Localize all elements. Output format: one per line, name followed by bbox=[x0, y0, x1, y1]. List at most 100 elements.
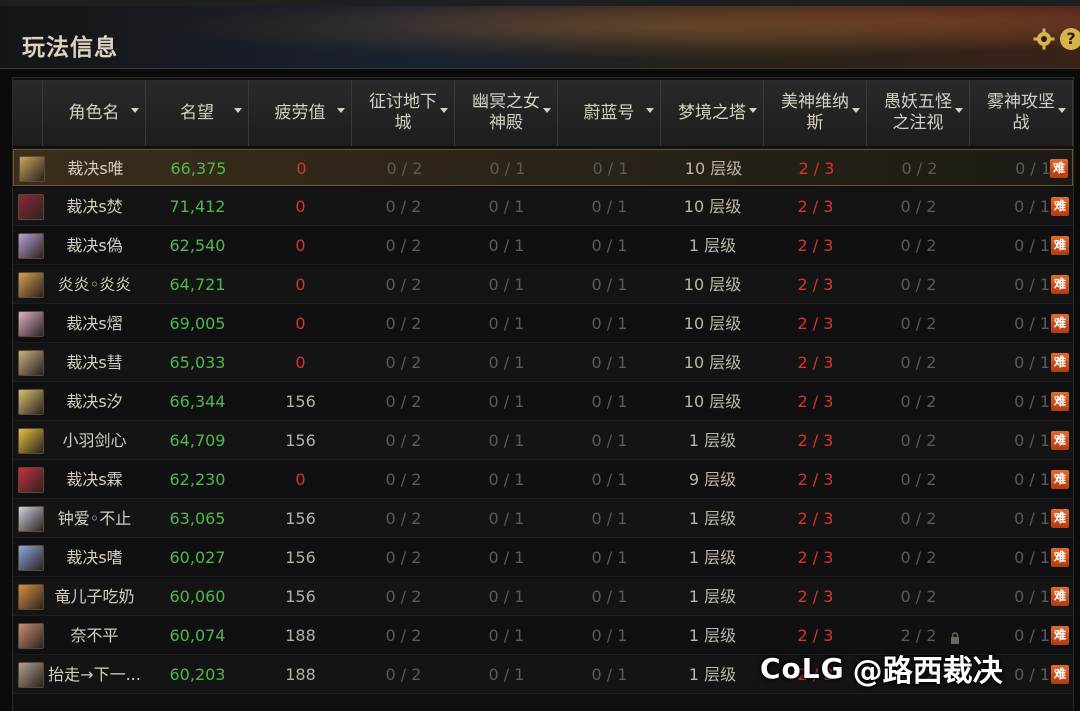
character-avatar bbox=[18, 467, 44, 493]
cell-azure: 0 / 1 bbox=[591, 626, 628, 645]
cell-goddess-temple: 0 / 1 bbox=[488, 392, 525, 411]
cell-tower: 1 层级 bbox=[688, 509, 737, 528]
title-banner: 玩法信息 ? bbox=[0, 0, 1080, 69]
gear-icon[interactable] bbox=[1033, 28, 1055, 50]
watermark-brand: CoLG bbox=[760, 651, 845, 685]
cell-goddess-temple: 0 / 1 bbox=[489, 159, 526, 178]
character-avatar bbox=[18, 233, 44, 259]
hard-mode-badge[interactable]: 难 bbox=[1051, 275, 1069, 294]
cell-name: 裁决s唯 bbox=[67, 159, 124, 178]
hard-mode-badge[interactable]: 难 bbox=[1051, 353, 1069, 372]
cell-fame: 64,709 bbox=[169, 431, 226, 450]
table-row[interactable]: 裁决s偽 62,540 0 0 / 2 0 / 1 0 / 1 1 层级 2 / 3 0 / 2… bbox=[13, 227, 1073, 265]
cell-goddess-temple: 0 / 1 bbox=[488, 236, 525, 255]
hard-mode-badge[interactable]: 难 bbox=[1051, 548, 1069, 567]
cell-goddess-temple: 0 / 1 bbox=[488, 587, 525, 606]
table-row[interactable]: 裁决s焚 71,412 0 0 / 2 0 / 1 0 / 1 10 层级 2 / 3 0 / … bbox=[13, 188, 1073, 226]
cell-dungeon: 0 / 2 bbox=[385, 509, 422, 528]
cell-azure: 0 / 1 bbox=[591, 392, 628, 411]
table-row[interactable]: 裁决s霖 62,230 0 0 / 2 0 / 1 0 / 1 9 层级 2 / 3 0 / 2… bbox=[13, 461, 1073, 499]
cell-goddess-temple: 0 / 1 bbox=[488, 314, 525, 333]
cell-azure: 0 / 1 bbox=[591, 548, 628, 567]
cell-fame: 65,033 bbox=[169, 353, 226, 372]
table-row[interactable]: 裁决s唯 66,375 0 0 / 2 0 / 1 0 / 1 10 层级 2 / 3 0 / … bbox=[13, 149, 1073, 186]
header-col-mist[interactable]: 雾神攻坚战 bbox=[970, 80, 1073, 146]
cell-venus: 2 / 3 bbox=[797, 353, 834, 372]
table-row[interactable]: 裁决s彗 65,033 0 0 / 2 0 / 1 0 / 1 10 层级 2 / 3 0 / … bbox=[13, 344, 1073, 382]
help-button[interactable]: ? bbox=[1060, 28, 1080, 50]
character-avatar bbox=[18, 428, 44, 454]
header-col-goddess-temple[interactable]: 幽冥之女神殿 bbox=[455, 80, 558, 146]
header-col-name[interactable]: 角色名 bbox=[43, 80, 146, 146]
hard-mode-badge[interactable]: 难 bbox=[1051, 665, 1069, 684]
hard-mode-badge[interactable]: 难 bbox=[1051, 392, 1069, 411]
cell-azure: 0 / 1 bbox=[591, 470, 628, 489]
hard-mode-badge[interactable]: 难 bbox=[1051, 470, 1069, 489]
hard-mode-badge[interactable]: 难 bbox=[1051, 197, 1069, 216]
cell-fatigue: 0 bbox=[295, 353, 306, 372]
cell-dungeon: 0 / 2 bbox=[385, 665, 422, 684]
header-col-fame[interactable]: 名望 bbox=[146, 80, 249, 146]
cell-tower: 1 层级 bbox=[688, 665, 737, 684]
cell-fame: 66,375 bbox=[170, 159, 227, 178]
cell-fatigue: 156 bbox=[285, 431, 316, 450]
hard-mode-badge[interactable]: 难 bbox=[1051, 509, 1069, 528]
header-col-tower[interactable]: 梦境之塔 bbox=[661, 80, 764, 146]
sort-caret-icon bbox=[955, 108, 963, 113]
cell-venus: 2 / 3 bbox=[797, 587, 834, 606]
cell-azure: 0 / 1 bbox=[591, 431, 628, 450]
table-row[interactable]: 炎炎◦炎炎 64,721 0 0 / 2 0 / 1 0 / 1 10 层级 2 / 3 0 /… bbox=[13, 266, 1073, 304]
cell-tower: 10 层级 bbox=[683, 353, 742, 372]
cell-five-demons: 0 / 2 bbox=[900, 197, 937, 216]
cell-fame: 60,203 bbox=[169, 665, 226, 684]
header-col-venus[interactable]: 美神维纳斯 bbox=[764, 80, 867, 146]
cell-name: 裁决s嗜 bbox=[66, 548, 123, 567]
hard-mode-badge[interactable]: 难 bbox=[1051, 236, 1069, 255]
watermark: CoLG @路西裁决 bbox=[760, 648, 1003, 690]
header-col-fatigue[interactable]: 疲劳值 bbox=[249, 80, 352, 146]
hard-mode-badge[interactable]: 难 bbox=[1051, 626, 1069, 645]
header-col-dungeon[interactable]: 征讨地下城 bbox=[352, 80, 455, 146]
sort-caret-icon bbox=[1058, 108, 1066, 113]
header-col-azure[interactable]: 蔚蓝号 bbox=[558, 80, 661, 146]
header-col-five-demons[interactable]: 愚妖五怪之注视 bbox=[867, 80, 970, 146]
cell-tower: 1 层级 bbox=[688, 548, 737, 567]
cell-five-demons: 0 / 2 bbox=[900, 353, 937, 372]
cell-dungeon: 0 / 2 bbox=[386, 159, 423, 178]
character-avatar bbox=[18, 584, 44, 610]
cell-five-demons: 0 / 2 bbox=[900, 548, 937, 567]
cell-azure: 0 / 1 bbox=[591, 314, 628, 333]
cell-venus: 2 / 3 bbox=[797, 431, 834, 450]
table-row[interactable]: 裁决s嗜 60,027 156 0 / 2 0 / 1 0 / 1 1 层级 2 / 3 0 /… bbox=[13, 539, 1073, 577]
hard-mode-badge[interactable]: 难 bbox=[1051, 431, 1069, 450]
cell-mist: 0 / 1 bbox=[1014, 509, 1050, 528]
hard-mode-badge[interactable]: 难 bbox=[1051, 314, 1069, 333]
cell-tower: 1 层级 bbox=[688, 431, 737, 450]
cell-five-demons: 0 / 2 bbox=[900, 431, 937, 450]
hard-mode-badge[interactable]: 难 bbox=[1051, 587, 1069, 606]
character-avatar bbox=[18, 545, 44, 571]
cell-venus: 2 / 3 bbox=[797, 275, 834, 294]
hard-mode-badge[interactable]: 难 bbox=[1050, 159, 1068, 178]
sort-caret-icon bbox=[749, 108, 757, 113]
cell-five-demons: 0 / 2 bbox=[900, 236, 937, 255]
cell-mist: 0 / 1 bbox=[1014, 314, 1050, 333]
cell-azure: 0 / 1 bbox=[591, 665, 628, 684]
cell-dungeon: 0 / 2 bbox=[385, 587, 422, 606]
table-row[interactable]: 裁决s熠 69,005 0 0 / 2 0 / 1 0 / 1 10 层级 2 / 3 0 / … bbox=[13, 305, 1073, 343]
cell-name: 奈不平 bbox=[70, 626, 119, 645]
cell-mist: 0 / 1 bbox=[1014, 470, 1050, 489]
character-avatar bbox=[18, 623, 44, 649]
table-row[interactable]: 钟爱◦不止 63,065 156 0 / 2 0 / 1 0 / 1 1 层级 2 / 3 0 … bbox=[13, 500, 1073, 538]
cell-azure: 0 / 1 bbox=[592, 159, 629, 178]
cell-five-demons: 0 / 2 bbox=[900, 314, 937, 333]
cell-fame: 60,060 bbox=[169, 587, 226, 606]
cell-name: 竜儿子吃奶 bbox=[54, 587, 135, 606]
table-row[interactable]: 裁决s汐 66,344 156 0 / 2 0 / 1 0 / 1 10 层级 2 / 3 0 … bbox=[13, 383, 1073, 421]
cell-name: 钟爱◦不止 bbox=[57, 509, 132, 528]
cell-venus: 2 / 3 bbox=[798, 159, 835, 178]
cell-dungeon: 0 / 2 bbox=[385, 626, 422, 645]
table-row[interactable]: 小羽剑心 64,709 156 0 / 2 0 / 1 0 / 1 1 层级 2 / 3 0 /… bbox=[13, 422, 1073, 460]
table-row[interactable]: 竜儿子吃奶 60,060 156 0 / 2 0 / 1 0 / 1 1 层级 2 / 3 0 … bbox=[13, 578, 1073, 616]
header-label: 征讨地下城 bbox=[369, 92, 437, 133]
